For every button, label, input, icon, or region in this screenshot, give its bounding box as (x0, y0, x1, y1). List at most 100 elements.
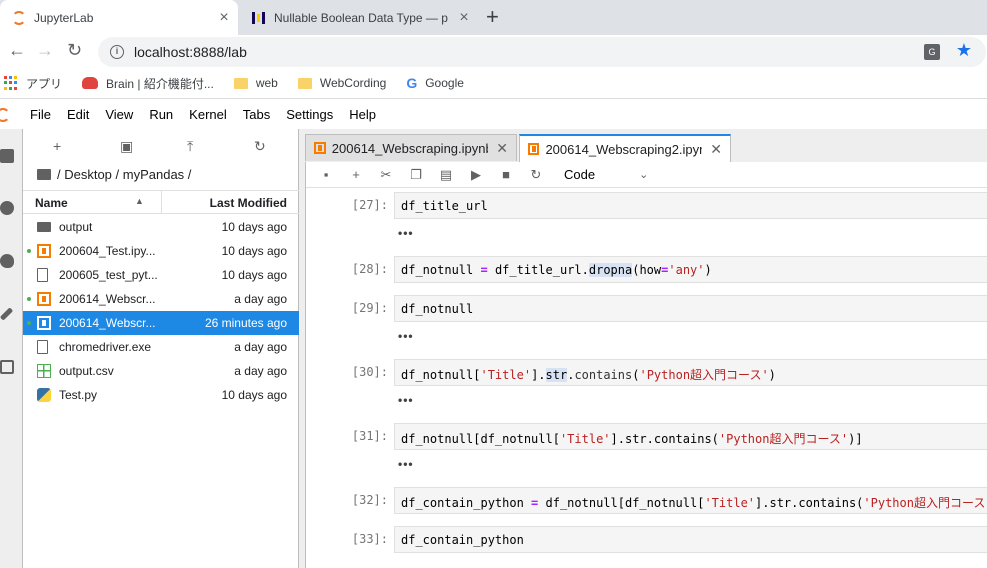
code-editor[interactable]: df_title_url (394, 192, 987, 219)
code-editor[interactable]: df_contain_python (394, 526, 987, 553)
wrench-icon[interactable] (0, 307, 14, 321)
restart-icon[interactable]: ↻ (526, 167, 546, 183)
notebook-tab-webscraping2[interactable]: 200614_Webscraping2.ipynb ✕ (519, 134, 731, 162)
code-token: df_notnull[ (401, 368, 481, 382)
copy-icon[interactable]: ❐ (406, 167, 426, 183)
palette-icon[interactable] (0, 254, 14, 268)
code-token: ]. (531, 368, 546, 382)
save-icon[interactable]: ▪ (316, 167, 336, 182)
paste-icon[interactable]: ▤ (436, 167, 456, 183)
menu-tabs[interactable]: Tabs (243, 107, 270, 122)
code-token: str (545, 368, 568, 382)
browser-tab-strip: JupyterLab × Nullable Boolean Data Type … (0, 0, 987, 35)
collapsed-output-marker[interactable]: ••• (398, 329, 414, 343)
folder-icon[interactable] (37, 169, 51, 180)
insert-cell-plus-icon[interactable]: + (346, 167, 366, 182)
notebook-icon (37, 244, 51, 258)
code-cell[interactable]: [30]: df_notnull['Title'].str.contains('P… (306, 359, 987, 423)
run-icon[interactable]: ▶ (466, 167, 486, 183)
file-row[interactable]: 200614_Webscr... 26 minutes ago (23, 311, 299, 335)
menu-run[interactable]: Run (149, 107, 173, 122)
cut-icon[interactable]: ✂ (376, 167, 396, 183)
code-token: ) (768, 368, 776, 382)
bookmark-brain[interactable]: Brain | 紹介機能付... (82, 75, 214, 92)
column-divider[interactable] (161, 191, 162, 213)
new-launcher-plus-icon[interactable]: + (53, 138, 61, 154)
menu-edit[interactable]: Edit (67, 107, 89, 122)
code-cell[interactable]: [31]: df_notnull[df_notnull['Title'].str.… (306, 423, 987, 487)
stop-icon[interactable]: ■ (496, 167, 516, 182)
code-cell[interactable]: [29]: df_notnull ••• (306, 295, 987, 359)
menu-kernel[interactable]: Kernel (189, 107, 227, 122)
refresh-icon[interactable]: ↻ (254, 138, 266, 155)
running-sessions-icon[interactable] (0, 201, 14, 215)
file-row[interactable]: 200604_Test.ipy... 10 days ago (23, 239, 299, 263)
code-editor[interactable]: df_notnull[df_notnull['Title'].str.conta… (394, 423, 987, 450)
bookmark-google[interactable]: G Google (406, 75, 464, 91)
code-token: df_notnull (401, 263, 481, 277)
code-token: 'Title' (559, 432, 611, 446)
code-cell[interactable]: [27]: df_title_url ••• (306, 192, 987, 256)
translate-icon[interactable]: G (924, 44, 940, 60)
code-token: df_notnull (401, 302, 474, 316)
new-tab-plus-icon[interactable]: + (486, 4, 499, 30)
notebook-toolbar: ▪ + ✂ ❐ ▤ ▶ ■ ↻ Code ⌄ (306, 162, 987, 188)
forward-arrow-icon[interactable]: → (36, 40, 54, 61)
close-icon[interactable]: ✕ (496, 140, 508, 157)
browser-tab-pandas-docs[interactable]: Nullable Boolean Data Type — p × (240, 0, 478, 35)
upload-icon[interactable]: ⤒ (187, 138, 193, 155)
column-header-name[interactable]: Name (35, 196, 68, 210)
code-editor[interactable]: df_notnull (394, 295, 987, 322)
code-editor[interactable]: df_contain_python = df_notnull[df_notnul… (394, 487, 987, 514)
file-name: output.csv (59, 364, 114, 378)
menu-view[interactable]: View (105, 107, 133, 122)
running-indicator-icon (27, 249, 31, 253)
info-icon[interactable]: i (110, 45, 124, 59)
file-row[interactable]: output.csv a day ago (23, 359, 299, 383)
python-icon (37, 388, 51, 402)
close-icon[interactable]: × (456, 9, 472, 27)
bookmark-web[interactable]: web (233, 76, 278, 90)
browser-tab-jupyterlab[interactable]: JupyterLab × (0, 0, 238, 35)
code-cell[interactable]: [28]: df_notnull = df_title_url.dropna(ho… (306, 256, 987, 295)
notebook-tab-webscraping[interactable]: 200614_Webscraping.ipynb ✕ (305, 134, 517, 161)
code-token: df_notnull[df_notnull[ (538, 496, 705, 510)
file-browser-folder-icon[interactable] (0, 149, 14, 163)
notebook-tab-bar: 200614_Webscraping.ipynb ✕ 200614_Webscr… (305, 134, 733, 162)
menu-help[interactable]: Help (349, 107, 376, 122)
bookmark-webcording[interactable]: WebCording (297, 76, 386, 90)
code-cell[interactable]: [33]: df_contain_python (306, 526, 987, 565)
new-folder-icon[interactable]: ▣ (120, 138, 133, 155)
sort-ascending-icon[interactable]: ▲ (135, 196, 144, 206)
breadcrumb-path[interactable]: / Desktop / myPandas / (57, 167, 191, 182)
jupyter-logo-icon (0, 107, 10, 122)
file-row[interactable]: Test.py 10 days ago (23, 383, 299, 407)
close-icon[interactable]: ✕ (710, 141, 722, 158)
file-row[interactable]: chromedriver.exe a day ago (23, 335, 299, 359)
tabs-icon[interactable] (0, 360, 14, 374)
reload-icon[interactable]: ↻ (67, 40, 82, 61)
notebook-tab-title: 200614_Webscraping.ipynb (331, 140, 489, 156)
code-editor[interactable]: df_notnull['Title'].str.contains('Python… (394, 359, 987, 386)
back-arrow-icon[interactable]: ← (8, 40, 26, 61)
collapsed-output-marker[interactable]: ••• (398, 393, 414, 407)
omnibox[interactable]: i localhost:8888/lab G ★ (98, 37, 986, 67)
url-text[interactable]: localhost:8888/lab (134, 44, 247, 60)
cell-type-select[interactable]: Code ⌄ (564, 167, 648, 182)
column-header-last-modified[interactable]: Last Modified (210, 196, 287, 210)
code-editor[interactable]: df_notnull = df_title_url.dropna(how='an… (394, 256, 987, 283)
code-cell[interactable]: [32]: df_contain_python = df_notnull[df_n… (306, 487, 987, 526)
close-icon[interactable]: × (216, 9, 232, 27)
menu-file[interactable]: File (30, 107, 51, 122)
menu-settings[interactable]: Settings (286, 107, 333, 122)
file-row[interactable]: 200614_Webscr... a day ago (23, 287, 299, 311)
notebook-icon (314, 142, 326, 154)
collapsed-output-marker[interactable]: ••• (398, 457, 414, 471)
file-row[interactable]: output 10 days ago (23, 215, 299, 239)
bookmark-star-icon[interactable]: ★ (956, 40, 972, 61)
code-token: df_contain_python (401, 533, 524, 547)
code-token: 'Title' (480, 368, 532, 382)
file-row[interactable]: 200605_test_pyt... 10 days ago (23, 263, 299, 287)
bookmark-apps[interactable]: アプリ (4, 75, 62, 92)
collapsed-output-marker[interactable]: ••• (398, 226, 414, 240)
